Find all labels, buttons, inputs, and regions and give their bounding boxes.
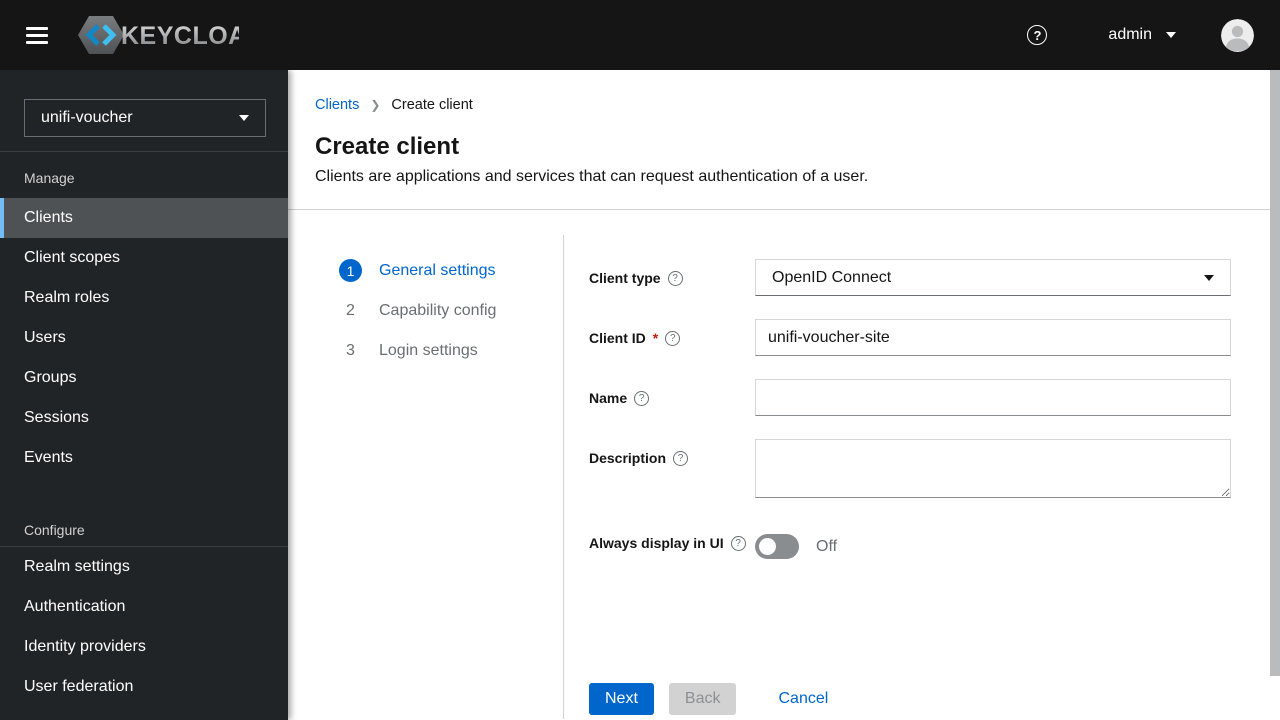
page-header: Clients ❯ Create client Create client Cl…	[288, 70, 1280, 210]
description-label: Description	[589, 450, 667, 466]
wizard-step-general-settings[interactable]: 1 General settings	[339, 259, 564, 282]
description-label-group: Description ?	[589, 439, 755, 466]
description-row: Description ?	[589, 439, 1231, 503]
client-id-label: Client ID	[589, 330, 646, 346]
nav-section-manage: Manage	[24, 170, 75, 186]
breadcrumb: Clients ❯ Create client	[315, 97, 1256, 113]
name-input[interactable]	[755, 379, 1231, 416]
required-indicator: *	[652, 330, 659, 346]
breadcrumb-current: Create client	[391, 97, 473, 113]
always-display-row: Always display in UI ? Off	[589, 531, 1231, 559]
hamburger-menu-icon[interactable]	[26, 26, 48, 44]
back-button[interactable]: Back	[668, 683, 737, 715]
scrollbar-thumb[interactable]	[1270, 70, 1280, 676]
chevron-down-icon	[1204, 274, 1214, 281]
logo-hexagon	[78, 16, 124, 54]
nav-section-configure: Configure	[0, 478, 288, 547]
masthead: KEYCLOAK ? admin	[0, 0, 1280, 70]
always-display-label: Always display in UI	[589, 535, 724, 551]
toggle-knob	[759, 538, 776, 555]
help-icon[interactable]: ?	[673, 450, 689, 466]
sidebar-item-client-scopes[interactable]: Client scopes	[0, 238, 288, 278]
step-label: Login settings	[379, 341, 478, 359]
manage-nav-list: Clients Client scopes Realm roles Users …	[0, 198, 288, 478]
sidebar-item-users[interactable]: Users	[0, 318, 288, 358]
step-number: 3	[346, 341, 355, 359]
sidebar-item-groups[interactable]: Groups	[0, 358, 288, 398]
keycloak-logo: KEYCLOAK	[77, 14, 239, 56]
sidebar-item-authentication[interactable]: Authentication	[0, 587, 288, 627]
keycloak-logo-graphic: KEYCLOAK	[78, 16, 239, 54]
help-icon[interactable]: ?	[667, 270, 683, 286]
configure-nav-list: Realm settings Authentication Identity p…	[0, 547, 288, 707]
chevron-down-icon	[1166, 32, 1176, 38]
sidebar-item-events[interactable]: Events	[0, 438, 288, 478]
step-label: Capability config	[379, 301, 497, 319]
wizard-step-capability-config[interactable]: 2 Capability config	[339, 299, 564, 322]
client-type-value: OpenID Connect	[772, 268, 892, 286]
client-type-label: Client type	[589, 270, 661, 286]
sidebar-item-realm-settings[interactable]: Realm settings	[0, 547, 288, 587]
client-id-input[interactable]	[755, 319, 1231, 356]
username: admin	[1108, 26, 1152, 43]
step-number: 1	[339, 259, 362, 282]
toggle-state-label: Off	[816, 537, 838, 555]
realm-selector[interactable]: unifi-voucher	[24, 99, 266, 137]
help-icon[interactable]: ?	[1027, 25, 1048, 45]
avatar-icon	[1221, 18, 1254, 52]
sidebar-item-sessions[interactable]: Sessions	[0, 398, 288, 438]
user-menu[interactable]: admin	[1108, 26, 1176, 44]
help-icon[interactable]: ?	[665, 330, 681, 346]
general-settings-form: Client type ? OpenID Connect Client ID *…	[564, 210, 1280, 719]
sidebar-item-clients[interactable]: Clients	[0, 198, 288, 238]
wizard-step-login-settings[interactable]: 3 Login settings	[339, 339, 564, 362]
client-id-row: Client ID * ?	[589, 319, 1231, 356]
sidebar-item-realm-roles[interactable]: Realm roles	[0, 278, 288, 318]
always-display-label-group: Always display in UI ?	[589, 531, 755, 551]
create-client-wizard: 1 General settings 2 Capability config 3…	[288, 210, 1280, 719]
name-label-group: Name ?	[589, 379, 755, 406]
help-icon[interactable]: ?	[730, 535, 746, 551]
description-textarea[interactable]	[755, 439, 1231, 498]
next-button[interactable]: Next	[589, 683, 654, 715]
wizard-nav: 1 General settings 2 Capability config 3…	[288, 210, 564, 719]
name-row: Name ?	[589, 379, 1231, 416]
sidebar-item-user-federation[interactable]: User federation	[0, 667, 288, 707]
client-id-label-group: Client ID * ?	[589, 319, 755, 346]
scrollbar-track[interactable]	[1270, 70, 1280, 720]
page-title: Create client	[315, 133, 460, 160]
realm-name: unifi-voucher	[41, 109, 133, 126]
cancel-button[interactable]: Cancel	[768, 683, 838, 715]
sidebar: unifi-voucher Manage Clients Client scop…	[0, 70, 288, 720]
chevron-down-icon	[239, 115, 249, 121]
main-content: Clients ❯ Create client Create client Cl…	[288, 70, 1280, 720]
breadcrumb-separator-icon: ❯	[370, 98, 381, 112]
wizard-actions: Next Back Cancel	[589, 683, 838, 715]
sidebar-item-identity-providers[interactable]: Identity providers	[0, 627, 288, 667]
page-subtitle: Clients are applications and services th…	[315, 168, 869, 185]
client-type-row: Client type ? OpenID Connect	[589, 259, 1231, 296]
help-icon[interactable]: ?	[634, 390, 650, 406]
client-type-label-group: Client type ?	[589, 259, 755, 286]
client-type-select[interactable]: OpenID Connect	[755, 259, 1231, 296]
always-display-toggle[interactable]	[755, 534, 799, 559]
brand-text: KEYCLOAK	[121, 22, 239, 50]
step-number: 2	[346, 301, 355, 319]
step-label: General settings	[379, 261, 496, 279]
breadcrumb-clients-link[interactable]: Clients	[315, 97, 359, 113]
avatar[interactable]	[1221, 18, 1254, 52]
name-label: Name	[589, 390, 628, 406]
